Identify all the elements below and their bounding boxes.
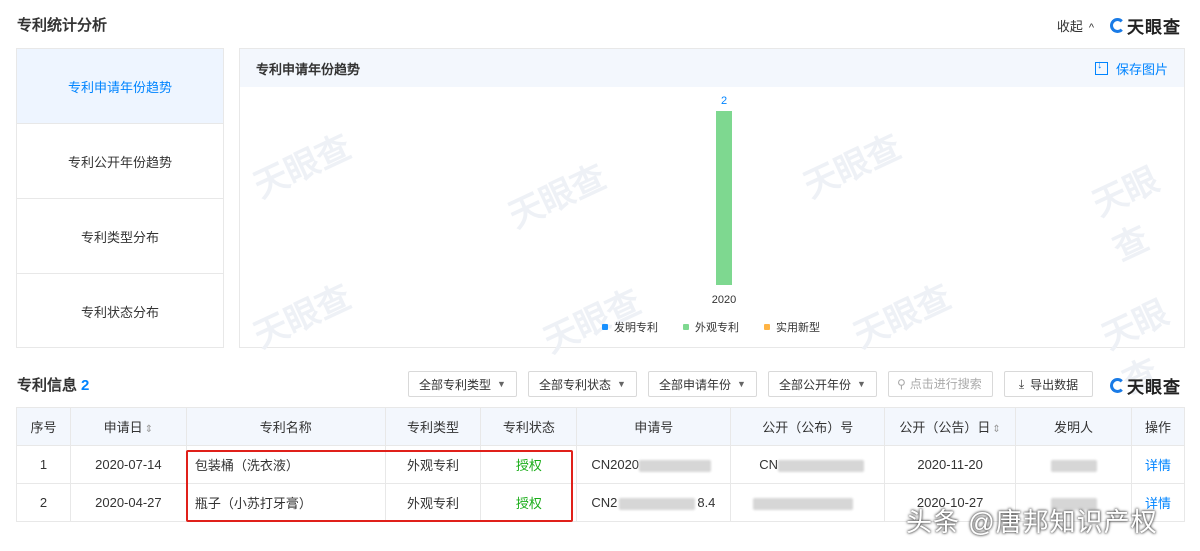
- patent-info-label: 专利信息: [17, 377, 78, 394]
- filter-patent-status[interactable]: 全部专利状态 ▼: [528, 371, 637, 397]
- brand-text: 天眼查: [1127, 18, 1181, 37]
- patent-count: 2: [81, 377, 90, 394]
- collapse-button[interactable]: 收起 ^: [1057, 16, 1094, 35]
- legend-swatch-外观专利: [683, 324, 689, 330]
- brand-c-icon: [1110, 18, 1125, 33]
- cell-pub-date: 2020-11-20: [884, 445, 1017, 484]
- save-image-button[interactable]: 保存图片: [1094, 59, 1168, 78]
- overlay-watermark: 头条 @唐邦知识产权: [906, 507, 1158, 537]
- cell-apply-date: 2020-07-14: [69, 445, 187, 484]
- cell-inventor: [1015, 445, 1132, 484]
- filter-label: 全部公开年份: [779, 377, 852, 392]
- cell-name: 包装桶（洗衣液）: [185, 445, 386, 484]
- cell-type: 外观专利: [384, 483, 482, 522]
- chart-panel: 专利申请年份趋势 保存图片 天眼查 天眼查 天眼查 天眼查 天眼查 天眼查 天眼…: [239, 48, 1185, 401]
- apply-year-bar-chart: 2 2020 发明专利 外观专利 实用新型: [602, 95, 820, 334]
- caret-down-icon: ▼: [617, 379, 626, 389]
- cell-pub-no: CN: [730, 445, 886, 484]
- tab-apply-year-trend[interactable]: 专利申请年份趋势: [17, 49, 223, 124]
- section-title: 专利统计分析: [17, 17, 108, 34]
- search-input[interactable]: [909, 377, 990, 391]
- redacted-mask: [639, 459, 712, 472]
- brand-logo: 天眼查: [1110, 373, 1181, 398]
- filter-label: 全部专利状态: [539, 377, 612, 392]
- patent-info-title: 专利信息 2: [17, 374, 89, 395]
- download-icon: [1094, 59, 1108, 75]
- tab-status-distribution[interactable]: 专利状态分布: [17, 274, 223, 349]
- col-header-status: 专利状态: [480, 407, 578, 446]
- chart-panel-title: 专利申请年份趋势: [256, 61, 361, 77]
- col-header-action: 操作: [1130, 407, 1186, 446]
- bar-2020: [716, 111, 732, 285]
- col-header-pub-no: 公开（公布）号: [730, 407, 886, 446]
- table-row: 1 2020-07-14 包装桶（洗衣液） 外观专利 授权 CN2020 CN …: [16, 445, 1186, 484]
- cell-no: 2: [16, 483, 71, 522]
- cell-pub-no: [730, 483, 886, 522]
- chart-tab-list: 专利申请年份趋势 专利公开年份趋势 专利类型分布 专利状态分布: [16, 48, 224, 348]
- cell-no: 1: [16, 445, 71, 484]
- app-no-text: CN2020: [591, 457, 640, 472]
- download-icon: ⤓: [1018, 376, 1025, 391]
- cell-status: 授权: [480, 445, 578, 484]
- col-header-label: 公开（公告）日: [899, 420, 991, 435]
- detail-link[interactable]: 详情: [1130, 445, 1186, 484]
- legend-swatch-发明专利: [602, 324, 608, 330]
- brand-text: 天眼查: [1127, 378, 1181, 397]
- legend-label: 发明专利: [614, 320, 658, 334]
- caret-down-icon: ▼: [737, 379, 746, 389]
- filter-publish-year[interactable]: 全部公开年份 ▼: [768, 371, 877, 397]
- filter-patent-type[interactable]: 全部专利类型 ▼: [408, 371, 517, 397]
- chart-panel-header: 专利申请年份趋势 保存图片: [240, 49, 1184, 87]
- tab-type-distribution[interactable]: 专利类型分布: [17, 199, 223, 274]
- caret-down-icon: ▼: [497, 379, 506, 389]
- redacted-mask: [619, 497, 696, 510]
- brand-c-icon: [1110, 378, 1125, 393]
- col-header-apply-date[interactable]: 申请日 ⇕: [69, 407, 187, 446]
- col-header-inventor: 发明人: [1015, 407, 1132, 446]
- table-header-row: 序号 申请日 ⇕ 专利名称 专利类型 专利状态 申请号 公开（公布）号 公开（公告…: [16, 407, 1186, 446]
- export-label: 导出数据: [1030, 377, 1079, 392]
- redacted-mask: [753, 497, 854, 510]
- x-tick-label: 2020: [712, 294, 736, 306]
- filter-label: 全部专利类型: [419, 377, 492, 392]
- col-header-name: 专利名称: [185, 407, 386, 446]
- pub-no-text: CN: [759, 457, 779, 472]
- filter-apply-year[interactable]: 全部申请年份 ▼: [648, 371, 757, 397]
- col-header-label: 申请日: [103, 420, 143, 435]
- caret-down-icon: ▼: [857, 379, 866, 389]
- cell-apply-date: 2020-04-27: [69, 483, 187, 522]
- tab-publish-year-trend[interactable]: 专利公开年份趋势: [17, 124, 223, 199]
- sort-icon: ⇕: [992, 424, 1001, 435]
- save-image-label: 保存图片: [1115, 61, 1168, 77]
- filter-label: 全部申请年份: [659, 377, 732, 392]
- search-icon: ⚲: [897, 377, 906, 391]
- legend-label: 外观专利: [695, 320, 739, 334]
- search-box: ⚲: [888, 371, 993, 397]
- cell-name: 瓶子（小苏打牙膏）: [185, 483, 386, 522]
- brand-logo: 天眼查: [1110, 13, 1181, 38]
- chevron-up-icon: ^: [1088, 22, 1094, 34]
- cell-app-no: CN2 8.4: [576, 483, 732, 522]
- col-header-no: 序号: [16, 407, 71, 446]
- col-header-type: 专利类型: [384, 407, 482, 446]
- collapse-label: 收起: [1056, 19, 1083, 34]
- sort-icon: ⇕: [144, 424, 154, 435]
- cell-type: 外观专利: [384, 445, 482, 484]
- export-data-button[interactable]: ⤓ 导出数据: [1004, 371, 1093, 397]
- app-no-text: CN2: [591, 495, 618, 510]
- redacted-mask: [778, 459, 865, 472]
- app-no-suffix: 8.4: [697, 495, 716, 510]
- col-header-pub-date[interactable]: 公开（公告）日 ⇕: [884, 407, 1017, 446]
- col-header-app-no: 申请号: [576, 407, 732, 446]
- cell-status: 授权: [480, 483, 578, 522]
- cell-app-no: CN2020: [576, 445, 732, 484]
- bar-data-label: 2: [721, 95, 727, 107]
- legend-label: 实用新型: [776, 320, 820, 334]
- redacted-mask: [1050, 459, 1097, 472]
- legend-swatch-实用新型: [764, 324, 770, 330]
